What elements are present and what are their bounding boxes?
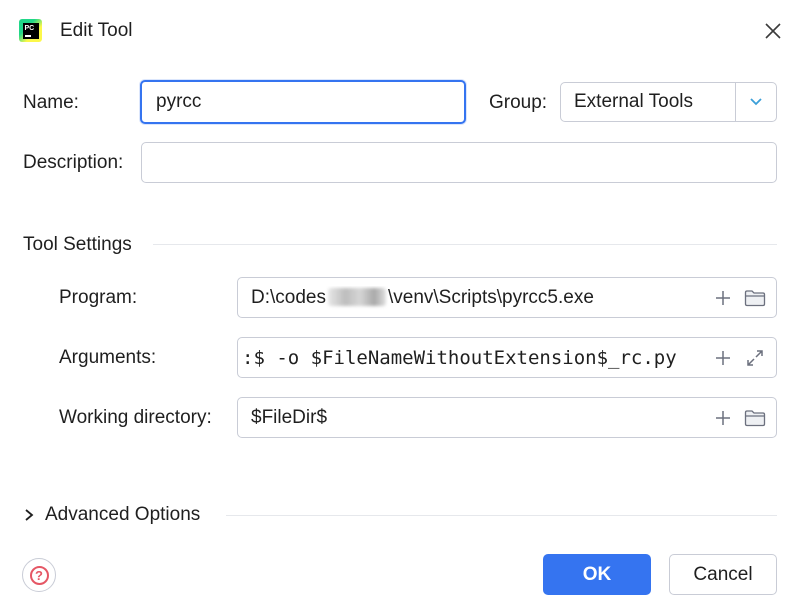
program-value-prefix: D:\codes bbox=[251, 286, 326, 308]
description-field[interactable] bbox=[141, 142, 777, 183]
working-directory-insert-macro-button[interactable] bbox=[712, 407, 734, 429]
working-directory-label: Working directory: bbox=[59, 407, 212, 428]
description-label: Description: bbox=[23, 152, 124, 173]
chevron-right-icon bbox=[25, 509, 34, 521]
close-icon bbox=[765, 23, 781, 39]
expand-icon bbox=[747, 349, 763, 366]
plus-icon bbox=[716, 350, 730, 365]
advanced-options-separator bbox=[226, 515, 777, 516]
arguments-value: :$ -o $FileNameWithoutExtension$_rc.py bbox=[242, 346, 677, 369]
program-insert-macro-button[interactable] bbox=[712, 287, 734, 309]
program-value: D:\codes \venv\Scripts\pyrcc5.exe bbox=[251, 286, 704, 310]
cancel-button[interactable]: Cancel bbox=[669, 554, 777, 595]
help-icon: ? bbox=[29, 565, 49, 585]
group-value: External Tools bbox=[574, 91, 693, 112]
dialog-title: Edit Tool bbox=[60, 20, 133, 41]
redacted-segment bbox=[327, 288, 386, 307]
plus-icon bbox=[716, 410, 730, 425]
working-directory-browse-button[interactable] bbox=[744, 407, 766, 429]
group-label: Group: bbox=[489, 92, 548, 113]
folder-icon bbox=[744, 289, 766, 306]
advanced-options-label: Advanced Options bbox=[45, 504, 201, 525]
group-dropdown-button[interactable] bbox=[735, 83, 776, 121]
arguments-field[interactable]: :$ -o $FileNameWithoutExtension$_rc.py bbox=[237, 337, 777, 378]
plus-icon bbox=[716, 290, 730, 305]
arguments-insert-macro-button[interactable] bbox=[712, 347, 734, 369]
program-field[interactable]: D:\codes \venv\Scripts\pyrcc5.exe bbox=[237, 277, 777, 318]
working-directory-value: $FileDir$ bbox=[251, 406, 328, 428]
program-value-suffix: \venv\Scripts\pyrcc5.exe bbox=[387, 286, 594, 308]
program-browse-button[interactable] bbox=[744, 287, 766, 309]
arguments-expand-button[interactable] bbox=[744, 347, 766, 369]
tool-settings-title: Tool Settings bbox=[23, 234, 132, 255]
ok-button[interactable]: OK bbox=[543, 554, 651, 595]
folder-icon bbox=[744, 409, 766, 426]
tool-settings-separator bbox=[153, 244, 777, 245]
help-button[interactable]: ? bbox=[22, 558, 56, 592]
name-field[interactable]: pyrcc bbox=[140, 80, 466, 124]
close-button[interactable] bbox=[760, 18, 786, 44]
working-directory-field[interactable]: $FileDir$ bbox=[237, 397, 777, 438]
app-icon-text: PC bbox=[24, 24, 35, 32]
advanced-options-toggle[interactable]: Advanced Options bbox=[23, 503, 200, 527]
name-label: Name: bbox=[23, 92, 79, 113]
chevron-down-icon bbox=[750, 98, 762, 106]
pycharm-logo-icon: PC bbox=[19, 19, 42, 42]
program-label: Program: bbox=[59, 287, 138, 308]
name-value: pyrcc bbox=[156, 91, 202, 112]
arguments-label: Arguments: bbox=[59, 347, 157, 368]
group-combobox[interactable]: External Tools bbox=[560, 82, 777, 122]
